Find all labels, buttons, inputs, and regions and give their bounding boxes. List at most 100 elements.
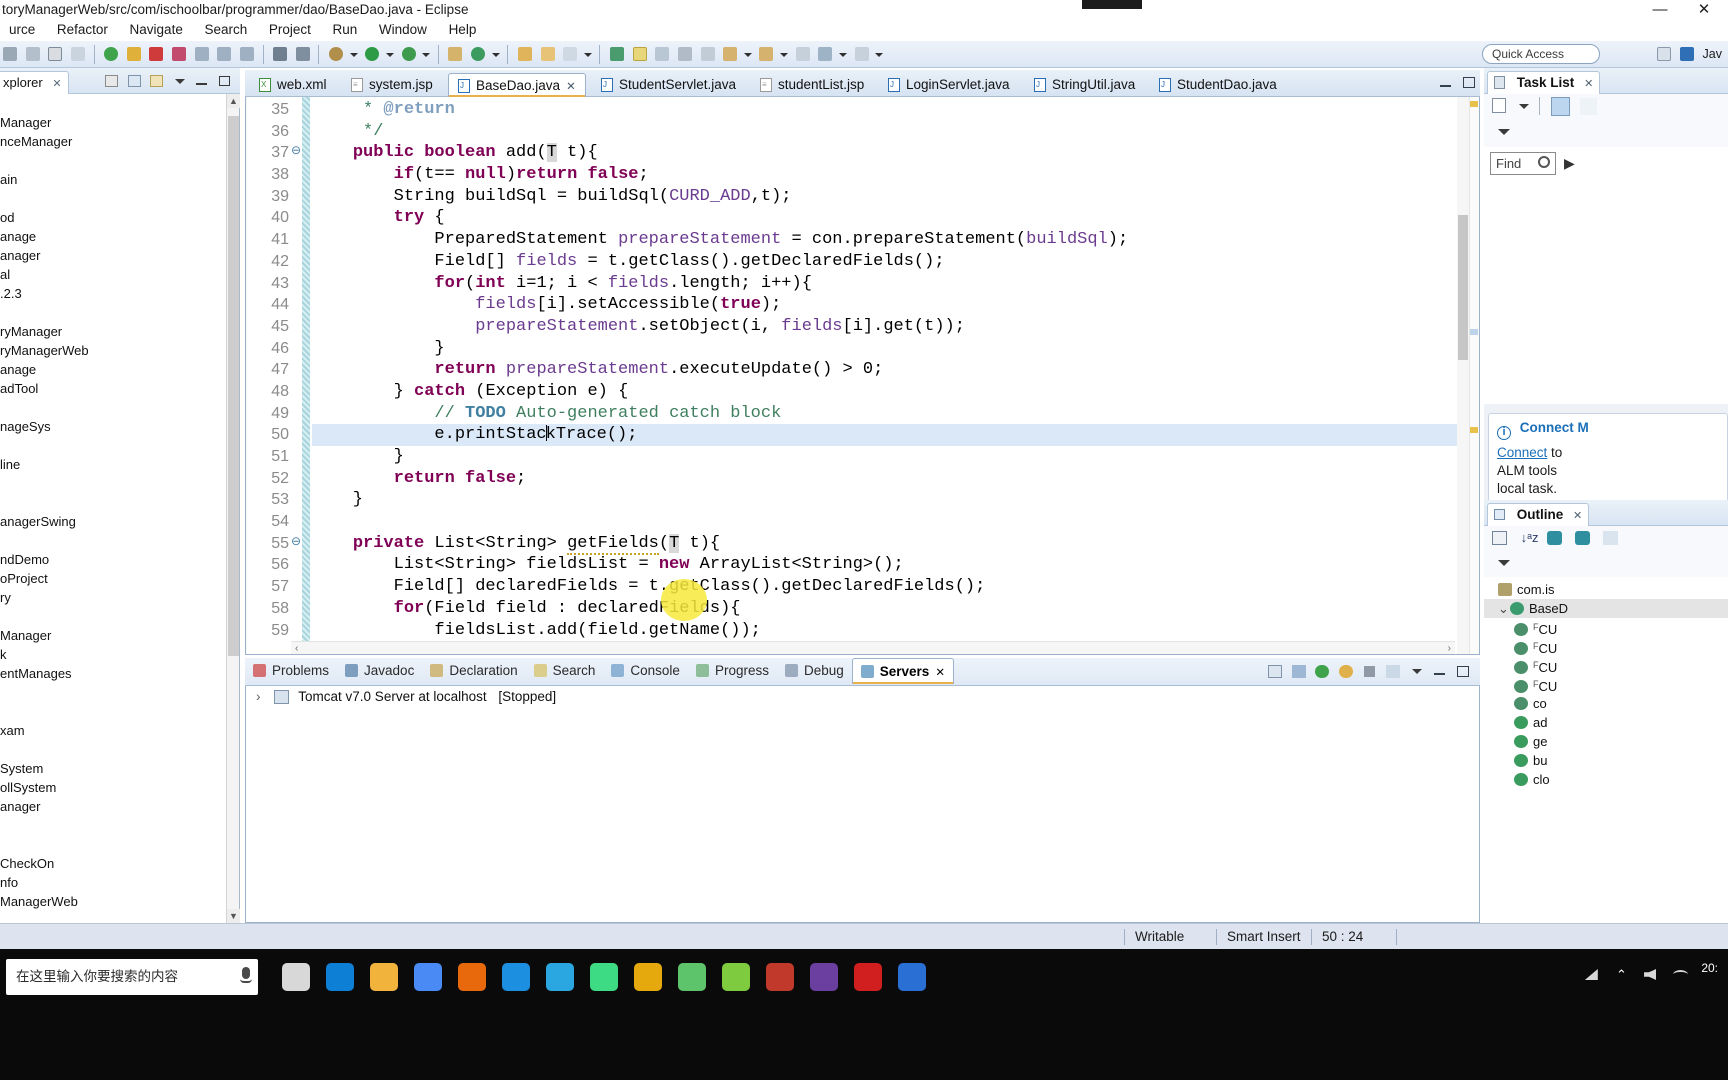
- close-icon[interactable]: ✕: [566, 81, 576, 93]
- tab-package-explorer[interactable]: xplorer ✕: [0, 71, 69, 94]
- step-return-icon[interactable]: [237, 41, 256, 68]
- explorer-tree-item[interactable]: al: [0, 265, 228, 284]
- external-tools-dropdown-icon[interactable]: [421, 41, 431, 68]
- new-java-package-icon[interactable]: [445, 41, 464, 68]
- stop-server-icon[interactable]: [1360, 662, 1380, 682]
- explorer-tree-item[interactable]: ollSystem: [0, 778, 228, 797]
- explorer-tree-item[interactable]: ManagerWeb: [0, 892, 228, 911]
- window-close-button[interactable]: ✕: [1684, 0, 1724, 19]
- toggle-mylyn-icon[interactable]: [675, 41, 694, 68]
- run-debug-icon[interactable]: [101, 41, 120, 68]
- new-server-icon[interactable]: [607, 41, 626, 68]
- new-task-icon[interactable]: [1488, 94, 1512, 119]
- wps-office-icon[interactable]: [890, 955, 934, 999]
- window-minimize-button[interactable]: —: [1640, 0, 1680, 19]
- explorer-tree-item[interactable]: nceManager: [0, 132, 228, 151]
- explorer-tree-item[interactable]: anage: [0, 227, 228, 246]
- explorer-tree-item[interactable]: [0, 740, 228, 759]
- search-icon[interactable]: [1538, 156, 1550, 168]
- explorer-tree-item[interactable]: .2.3: [0, 284, 228, 303]
- explorer-tree-item[interactable]: anager: [0, 797, 228, 816]
- back-dropdown-icon[interactable]: [838, 41, 848, 68]
- code-line[interactable]: try {: [312, 207, 1457, 229]
- perspective-label[interactable]: Jav: [1700, 41, 1722, 68]
- categorized-presentation-icon[interactable]: [1549, 94, 1573, 119]
- explorer-tree-item[interactable]: od: [0, 208, 228, 227]
- servers-view-body[interactable]: › Tomcat v7.0 Server at localhost [Stopp…: [245, 686, 1480, 923]
- android-studio-icon[interactable]: [582, 955, 626, 999]
- explorer-tree-item[interactable]: [0, 702, 228, 721]
- outline-item[interactable]: ⌄ BaseD: [1484, 599, 1728, 618]
- expand-arrow-icon[interactable]: ⌄: [1498, 599, 1510, 618]
- maximize-editor-icon[interactable]: [1458, 74, 1476, 92]
- minimize-editor-icon[interactable]: [1434, 74, 1452, 92]
- terminate-icon[interactable]: [146, 41, 165, 68]
- task-find-input[interactable]: Find: [1490, 152, 1556, 175]
- run-as-dropdown-icon[interactable]: [385, 41, 395, 68]
- close-icon[interactable]: ✕: [935, 667, 945, 679]
- bottom-tab-debug[interactable]: Debug: [777, 658, 852, 684]
- explorer-tree-item[interactable]: entManages: [0, 664, 228, 683]
- publish-server-icon[interactable]: [1383, 662, 1403, 682]
- step-over-icon[interactable]: [214, 41, 233, 68]
- explorer-tree-item[interactable]: [0, 474, 228, 493]
- minimize-panel-icon[interactable]: [1430, 662, 1450, 682]
- new-task-dropdown-icon[interactable]: [1516, 94, 1532, 119]
- bottom-tab-progress[interactable]: Progress: [688, 658, 777, 684]
- bottom-tab-servers[interactable]: Servers ✕: [851, 658, 954, 684]
- server-tree-row[interactable]: › Tomcat v7.0 Server at localhost [Stopp…: [246, 686, 1479, 708]
- menu-refactor[interactable]: Refactor: [48, 19, 117, 41]
- outline-item[interactable]: ge: [1484, 732, 1728, 751]
- folding-ruler[interactable]: ⊖ ⊖: [291, 97, 302, 654]
- explorer-tree-item[interactable]: [0, 607, 228, 626]
- explorer-tree-item[interactable]: oProject: [0, 569, 228, 588]
- code-line[interactable]: prepareStatement.setObject(i, fields[i].…: [312, 316, 1457, 338]
- sublime-text-icon[interactable]: [626, 955, 670, 999]
- scroll-up-icon[interactable]: ▲: [227, 94, 240, 108]
- outline-item[interactable]: co: [1484, 694, 1728, 713]
- view-menu-icon[interactable]: [1498, 129, 1510, 135]
- maximize-view-icon[interactable]: [215, 72, 234, 90]
- editor-tab-studentservlet-java[interactable]: J StudentServlet.java: [592, 73, 745, 97]
- forward-dropdown-icon[interactable]: [874, 41, 884, 68]
- scheduled-presentation-icon[interactable]: [1577, 94, 1601, 119]
- explorer-tree-item[interactable]: ryManagerWeb: [0, 341, 228, 360]
- show-console-icon[interactable]: [1265, 662, 1285, 682]
- explorer-tree-item[interactable]: nfo: [0, 873, 228, 892]
- menu-run[interactable]: Run: [324, 19, 367, 41]
- hide-static-icon[interactable]: [1571, 526, 1595, 551]
- explorer-tree-item[interactable]: adTool: [0, 379, 228, 398]
- previous-annotation-icon[interactable]: [756, 41, 775, 68]
- explorer-tree-item[interactable]: [0, 189, 228, 208]
- code-line[interactable]: // TODO Auto-generated catch block: [312, 403, 1457, 425]
- explorer-tree-item[interactable]: xam: [0, 721, 228, 740]
- editor-tab-studentdao-java[interactable]: J StudentDao.java: [1150, 73, 1286, 97]
- disconnect-icon[interactable]: [169, 41, 188, 68]
- sort-icon[interactable]: ↓ᵃz: [1516, 526, 1540, 551]
- xmind-icon[interactable]: [758, 955, 802, 999]
- code-line[interactable]: fieldsList.add(field.getName());: [312, 620, 1457, 642]
- explorer-tree-item[interactable]: CheckOn: [0, 854, 228, 873]
- editor-tab-stringutil-java[interactable]: J StringUtil.java: [1025, 73, 1144, 97]
- tim-messenger-icon[interactable]: [538, 955, 582, 999]
- package-explorer-tree[interactable]: Manager nceManager ain od anage anager al .2.3 r…: [0, 94, 228, 923]
- next-annotation-icon[interactable]: [720, 41, 739, 68]
- bottom-tab-declaration[interactable]: Declaration: [422, 658, 525, 684]
- save-icon[interactable]: [0, 41, 19, 68]
- menu-search[interactable]: Search: [195, 19, 256, 41]
- explorer-tree-item[interactable]: line: [0, 455, 228, 474]
- explorer-tree-item[interactable]: [0, 493, 228, 512]
- explorer-tree-item[interactable]: [0, 531, 228, 550]
- editor-body[interactable]: ▲ 35363738394041424344454647484950515253…: [245, 97, 1480, 655]
- profile-server-icon[interactable]: [1336, 662, 1356, 682]
- code-line[interactable]: }: [312, 338, 1457, 360]
- overview-warning-mark[interactable]: [1470, 427, 1478, 433]
- mysql-workbench-icon[interactable]: [670, 955, 714, 999]
- task-list-body[interactable]: [1484, 180, 1728, 404]
- explorer-tree-item[interactable]: k: [0, 645, 228, 664]
- scroll-down-icon[interactable]: ▼: [227, 909, 240, 923]
- previous-annotation-dropdown-icon[interactable]: [779, 41, 789, 68]
- chrome-browser-icon[interactable]: [406, 955, 450, 999]
- code-line[interactable]: List<String> fieldsList = new ArrayList<…: [312, 554, 1457, 576]
- menu-source[interactable]: urce: [0, 19, 44, 41]
